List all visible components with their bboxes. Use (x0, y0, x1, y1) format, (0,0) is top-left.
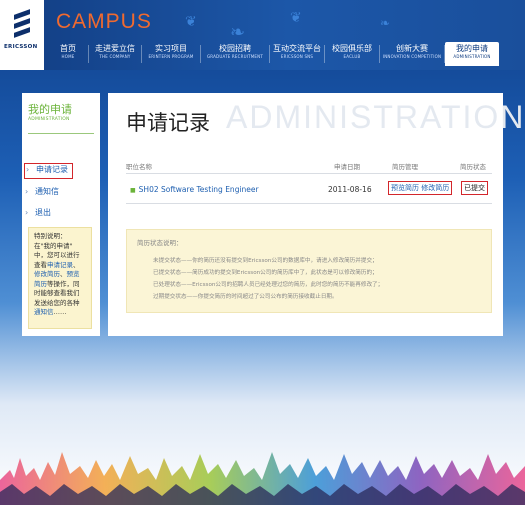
note-text: 在"我的申请" (34, 241, 73, 250)
bird-icon: ❧ (380, 16, 391, 30)
table-row-job[interactable]: ■ SH02 Software Testing Engineer (130, 185, 259, 194)
bird-icon: ❦ (185, 14, 197, 30)
column-header-mgmt: 简历管理 (392, 163, 418, 171)
main-nav: 首页 HOME 走进爱立信 THE COMPANY 实习项目 ERINTERN PRO… (48, 42, 499, 66)
nav-item-company[interactable]: 走进爱立信 THE COMPANY (89, 42, 141, 66)
chevron-right-icon: › (25, 208, 29, 217)
nav-item-innovation[interactable]: 创新大赛 INNOVATION COMPETITION (380, 42, 444, 66)
nav-item-intern[interactable]: 实习项目 ERINTERN PROGRAM (142, 42, 200, 66)
column-header-status: 简历状态 (460, 163, 486, 171)
status-badge: 已提交 (461, 181, 488, 195)
sidebar-item-logout[interactable]: › 退出 (25, 207, 51, 221)
nav-item-my-application[interactable]: 我的申请 ADMINISTRATION (445, 42, 499, 66)
logo-text: ERICSSON (4, 44, 38, 50)
sidebar-item-records[interactable]: › 申请记录 (24, 163, 73, 179)
watermark-text: ADMINISTRATION (226, 99, 525, 135)
site-header: ERICSSON CAMPUS ❦ ❧ ❦ ❧ 首页 HOME 走进爱立信 THE … (0, 0, 525, 70)
chevron-right-icon: › (25, 187, 29, 196)
note-text: 中，您可以进行 (34, 251, 80, 259)
sidebar-item-label: 申请记录 (36, 165, 68, 174)
note-text: 发送给您的各种 (34, 298, 80, 307)
table-divider (126, 173, 492, 174)
explanation-line: 过期提交状态——你提交简历的时间超过了公司公布的简历接收截止日期。 (153, 294, 338, 300)
sidebar-divider (28, 133, 94, 134)
table-row-date: 2011-08-16 (328, 185, 372, 194)
page-frame: ERICSSON CAMPUS ❦ ❧ ❦ ❧ 首页 HOME 走进爱立信 THE … (0, 0, 525, 505)
page-title: 申请记录 (126, 111, 210, 135)
column-header-job: 职位名称 (126, 163, 152, 171)
help-note: 特别说明： 在"我的申请" 中，您可以进行 查看申请记录、 修改简历、预览 简历… (28, 227, 92, 329)
chevron-right-icon: › (26, 165, 30, 174)
preview-resume-link[interactable]: 预览简历 (391, 184, 419, 192)
records-link[interactable]: 申请记录 (47, 261, 73, 269)
nav-item-graduate[interactable]: 校园招聘 GRADUATE RECRUITMENT (201, 42, 269, 66)
sidebar-item-label: 退出 (35, 208, 51, 217)
column-header-date: 申请日期 (334, 163, 360, 171)
nav-item-home[interactable]: 首页 HOME (48, 42, 88, 66)
note-text: 时能够查看我们 (34, 289, 80, 297)
explanation-line: 已提交状态——简历成功的提交到Ericsson公司的简历库中了，此状态是可以修改… (153, 270, 378, 276)
sidebar-subtitle: ADMINISTRATION (28, 117, 70, 122)
ericsson-logo[interactable]: ERICSSON (0, 0, 44, 70)
sidebar-title: 我的申请 (28, 103, 72, 116)
sidebar-item-notices[interactable]: › 通知信 (25, 186, 59, 200)
status-explanation: 简历状态说明： 未提交状态——你的简历还没有提交到Ericsson公司的数据库中… (126, 229, 492, 313)
bullet-icon: ■ (130, 187, 136, 194)
crowd-banner (0, 452, 525, 505)
bird-icon: ❧ (230, 22, 246, 43)
sidebar: 我的申请 ADMINISTRATION › 申请记录 › 通知信 › 退出 特别说明：… (22, 93, 100, 336)
ericsson-mark-icon (14, 9, 30, 42)
explanation-line: 已处理状态——Ericsson公司的招聘人员已经处理过您的简历，此时您的简历不能… (153, 282, 384, 288)
explanation-title: 简历状态说明： (137, 239, 183, 247)
resume-link[interactable]: 简历 (34, 280, 47, 288)
note-text: 查看申请记录、 (34, 260, 80, 269)
notices-link[interactable]: 通知信 (34, 308, 54, 316)
main-panel: ADMINISTRATION 申请记录 职位名称 申请日期 简历管理 简历状态 … (108, 93, 523, 336)
preview-link[interactable]: 预览 (67, 270, 80, 278)
note-text: 简历等操作，同 (34, 279, 80, 288)
table-divider (126, 203, 492, 204)
explanation-line: 未提交状态——你的简历还没有提交到Ericsson公司的数据库中，请进入修改简历… (153, 258, 378, 264)
nav-item-sns[interactable]: 互动交流平台 ERICSSON SNS (270, 42, 324, 66)
sidebar-item-label: 通知信 (35, 187, 59, 196)
edit-resume-link[interactable]: 修改简历 (421, 184, 449, 192)
nav-item-club[interactable]: 校园俱乐部 EACLUB (325, 42, 379, 66)
note-heading: 特别说明： (34, 232, 67, 240)
site-name[interactable]: CAMPUS (56, 10, 152, 34)
resume-actions: 预览简历 修改简历 (388, 181, 453, 195)
bird-icon: ❦ (290, 10, 302, 26)
note-text: 通知信…… (34, 308, 67, 316)
note-text: 修改简历、预览 (34, 270, 80, 278)
edit-resume-link[interactable]: 修改简历 (34, 270, 60, 278)
